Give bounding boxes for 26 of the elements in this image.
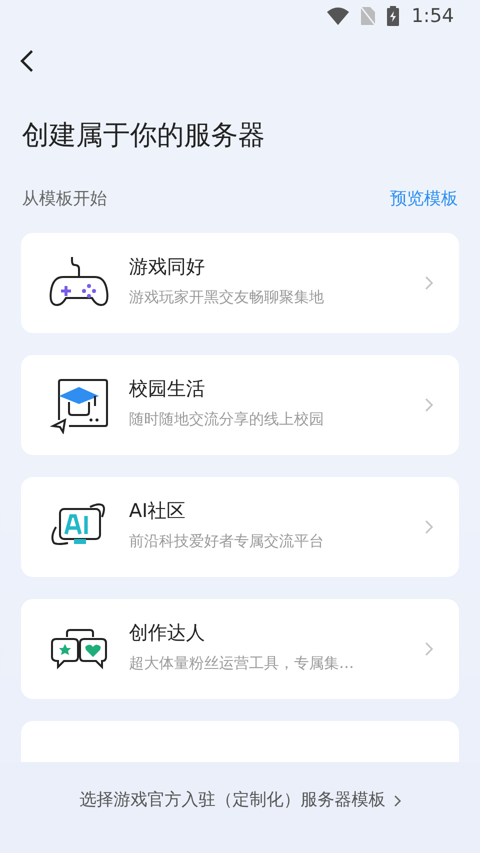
template-description: 超大体量粉丝运营工具，专属集… [129, 653, 355, 674]
template-title: AI社区 [129, 500, 187, 524]
no-sim-icon [361, 7, 376, 25]
template-card[interactable]: AI社区 前沿科技爱好者专属交流平台 [21, 476, 459, 576]
chevron-right-icon [425, 398, 433, 412]
template-description: 前沿科技爱好者专属交流平台 [129, 531, 325, 552]
template-card[interactable]: 校园生活 随时随地交流分享的线上校园 [21, 354, 459, 454]
chevron-right-icon [394, 794, 400, 807]
battery-charging-icon [387, 6, 400, 26]
template-card[interactable]: 游戏同好 游戏玩家开黑交友畅聊聚集地 [21, 232, 459, 332]
template-title: 游戏同好 [129, 256, 206, 280]
chat-bubbles-icon [49, 626, 109, 670]
template-card[interactable]: 创作达人 超大体量粉丝运营工具，专属集… [21, 598, 459, 698]
chevron-right-icon [425, 520, 433, 534]
official-template-link[interactable]: 选择游戏官方入驻（定制化）服务器模板 [80, 788, 400, 814]
template-title: 创作达人 [129, 622, 206, 646]
status-time: 1:54 [411, 4, 454, 29]
chevron-right-icon [425, 276, 433, 290]
page-title: 创建属于你的服务器 [21, 122, 266, 149]
template-description: 随时随地交流分享的线上校园 [129, 409, 325, 430]
template-title: 校园生活 [129, 378, 206, 402]
chevron-right-icon [425, 642, 433, 656]
section-label: 从模板开始 [22, 188, 107, 211]
wifi-icon [327, 7, 350, 25]
back-icon [20, 49, 34, 73]
template-description: 游戏玩家开黑交友畅聊聚集地 [129, 287, 325, 308]
